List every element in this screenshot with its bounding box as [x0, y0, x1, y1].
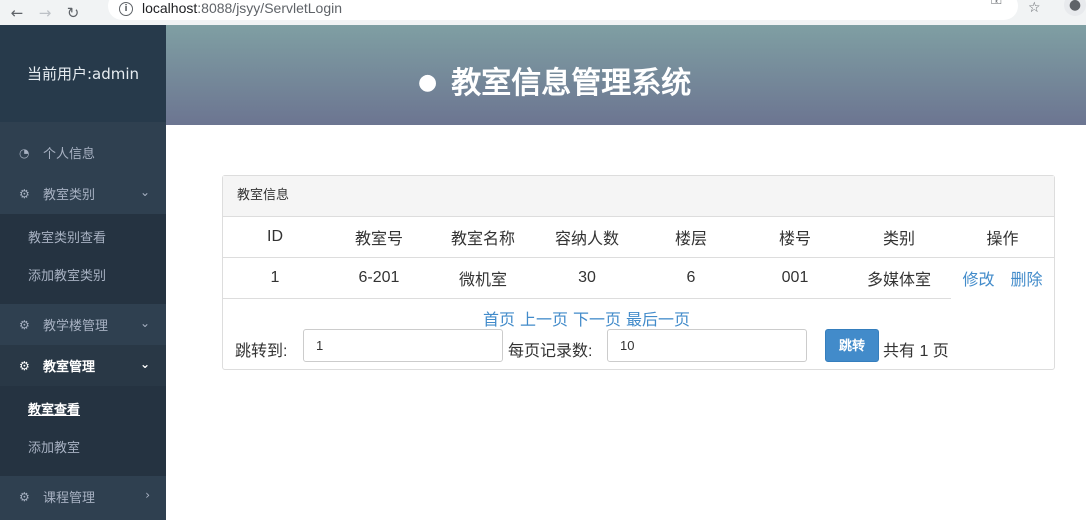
column-header: 类别 — [847, 217, 951, 258]
cell-capacity: 30 — [535, 257, 639, 299]
sub-item-classroom-view[interactable]: 教室查看 — [0, 392, 166, 430]
sidebar-item-label: 个人信息 — [43, 147, 96, 162]
edit-link[interactable]: 修改 — [962, 272, 994, 289]
sidebar-item-label: 课程管理 — [43, 491, 96, 506]
jump-page-input[interactable] — [303, 329, 503, 362]
column-header: 操作 — [951, 217, 1054, 258]
info-icon[interactable]: i — [119, 2, 133, 16]
last-page-link[interactable]: 最后一页 — [626, 312, 690, 329]
sidebar-item-label: 教室类别 — [43, 188, 96, 203]
sidebar: 当前用户:admin ◔ 个人信息 ⚙ 教室类别 ⌄ 教室类别查看 添加教室类别… — [0, 25, 166, 520]
sidebar-item-label: 教室管理 — [43, 360, 96, 375]
sidebar-item-building-manage[interactable]: ⚙ 教学楼管理 ⌄ — [0, 304, 166, 345]
jump-label: 跳转到: — [235, 343, 288, 360]
url-text: localhost:8088/jsyy/ServletLogin — [142, 0, 342, 16]
page-title-text: 教室信息管理系统 — [451, 66, 692, 101]
table-row: 1 6-201 微机室 30 6 001 多媒体室 修改 删除 — [223, 257, 1054, 299]
per-page-label: 每页记录数: — [508, 343, 593, 360]
panel-title: 教室信息 — [223, 176, 1054, 217]
cell-actions: 修改 删除 — [951, 258, 1054, 299]
column-header: 容纳人数 — [535, 217, 639, 258]
chevron-down-icon: ⌄ — [139, 316, 150, 330]
current-user: 当前用户:admin — [0, 25, 166, 122]
jump-button[interactable]: 跳转 — [825, 329, 879, 362]
classroom-panel: 教室信息 ID 教室号 教室名称 容纳人数 楼层 楼号 类别 操作 1 6-20… — [222, 175, 1055, 370]
key-icon[interactable]: ⚿ — [991, 0, 1002, 8]
submenu-classroom-manage: 教室查看 添加教室 — [0, 386, 166, 476]
dashboard-icon: ◔ — [19, 145, 30, 160]
cell-id: 1 — [223, 257, 327, 299]
bullet-icon: ● — [418, 70, 438, 95]
jump-row: 跳转到: 每页记录数: 跳转 共有 1 页 — [235, 329, 1055, 363]
gears-icon: ⚙ — [19, 317, 30, 332]
cell-name: 微机室 — [431, 257, 535, 299]
per-page-input[interactable] — [607, 329, 807, 362]
submenu-classroom-category: 教室类别查看 添加教室类别 — [0, 214, 166, 304]
back-icon[interactable]: ← — [6, 4, 28, 22]
column-header: 教室号 — [327, 217, 431, 258]
gears-icon: ⚙ — [19, 358, 30, 373]
url-host: localhost — [142, 0, 198, 16]
reload-icon[interactable]: ↻ — [62, 4, 84, 22]
forward-icon[interactable]: → — [34, 4, 56, 22]
profile-avatar-icon[interactable]: ● — [1064, 0, 1086, 16]
table-header-row: ID 教室号 教室名称 容纳人数 楼层 楼号 类别 操作 — [223, 217, 1054, 258]
address-bar[interactable]: i localhost:8088/jsyy/ServletLogin ⚿ — [108, 0, 1018, 20]
cell-floor: 6 — [639, 257, 743, 299]
sub-item-add-category[interactable]: 添加教室类别 — [0, 258, 166, 296]
page-title: ● 教室信息管理系统 — [418, 58, 691, 102]
sidebar-item-classroom-category[interactable]: ⚙ 教室类别 ⌄ — [0, 173, 166, 214]
column-header: 楼号 — [743, 217, 847, 258]
next-page-link[interactable]: 下一页 — [573, 312, 621, 329]
classroom-table: ID 教室号 教室名称 容纳人数 楼层 楼号 类别 操作 1 6-201 微机室… — [223, 217, 1054, 299]
first-page-link[interactable]: 首页 — [483, 312, 515, 329]
cell-room-no: 6-201 — [327, 257, 431, 299]
chevron-down-icon: ⌄ — [139, 357, 150, 371]
chevron-right-icon: › — [145, 488, 150, 502]
prev-page-link[interactable]: 上一页 — [520, 312, 568, 329]
star-icon[interactable]: ☆ — [1028, 0, 1041, 16]
chevron-down-icon: ⌄ — [139, 185, 150, 199]
total-pages-text: 共有 1 页 — [883, 343, 949, 360]
column-header: 教室名称 — [431, 217, 535, 258]
sidebar-item-personal-info[interactable]: ◔ 个人信息 — [0, 132, 166, 173]
gears-icon: ⚙ — [19, 489, 30, 504]
sub-item-category-view[interactable]: 教室类别查看 — [0, 220, 166, 258]
page-header: ● 教室信息管理系统 — [166, 25, 1086, 125]
browser-toolbar: ← → ↻ i localhost:8088/jsyy/ServletLogin… — [0, 0, 1086, 25]
delete-link[interactable]: 删除 — [1011, 272, 1043, 289]
gears-icon: ⚙ — [19, 186, 30, 201]
pager-links: 首页 上一页 下一页 最后一页 — [483, 306, 695, 330]
cell-category: 多媒体室 — [847, 257, 951, 299]
sidebar-item-label: 教学楼管理 — [43, 319, 109, 334]
url-path: :8088/jsyy/ServletLogin — [197, 0, 343, 16]
column-header: 楼层 — [639, 217, 743, 258]
sidebar-item-course-manage[interactable]: ⚙ 课程管理 › — [0, 476, 166, 517]
sub-item-add-classroom[interactable]: 添加教室 — [0, 430, 166, 468]
cell-building: 001 — [743, 257, 847, 299]
column-header: ID — [223, 217, 327, 258]
sidebar-item-classroom-manage[interactable]: ⚙ 教室管理 ⌄ — [0, 345, 166, 386]
